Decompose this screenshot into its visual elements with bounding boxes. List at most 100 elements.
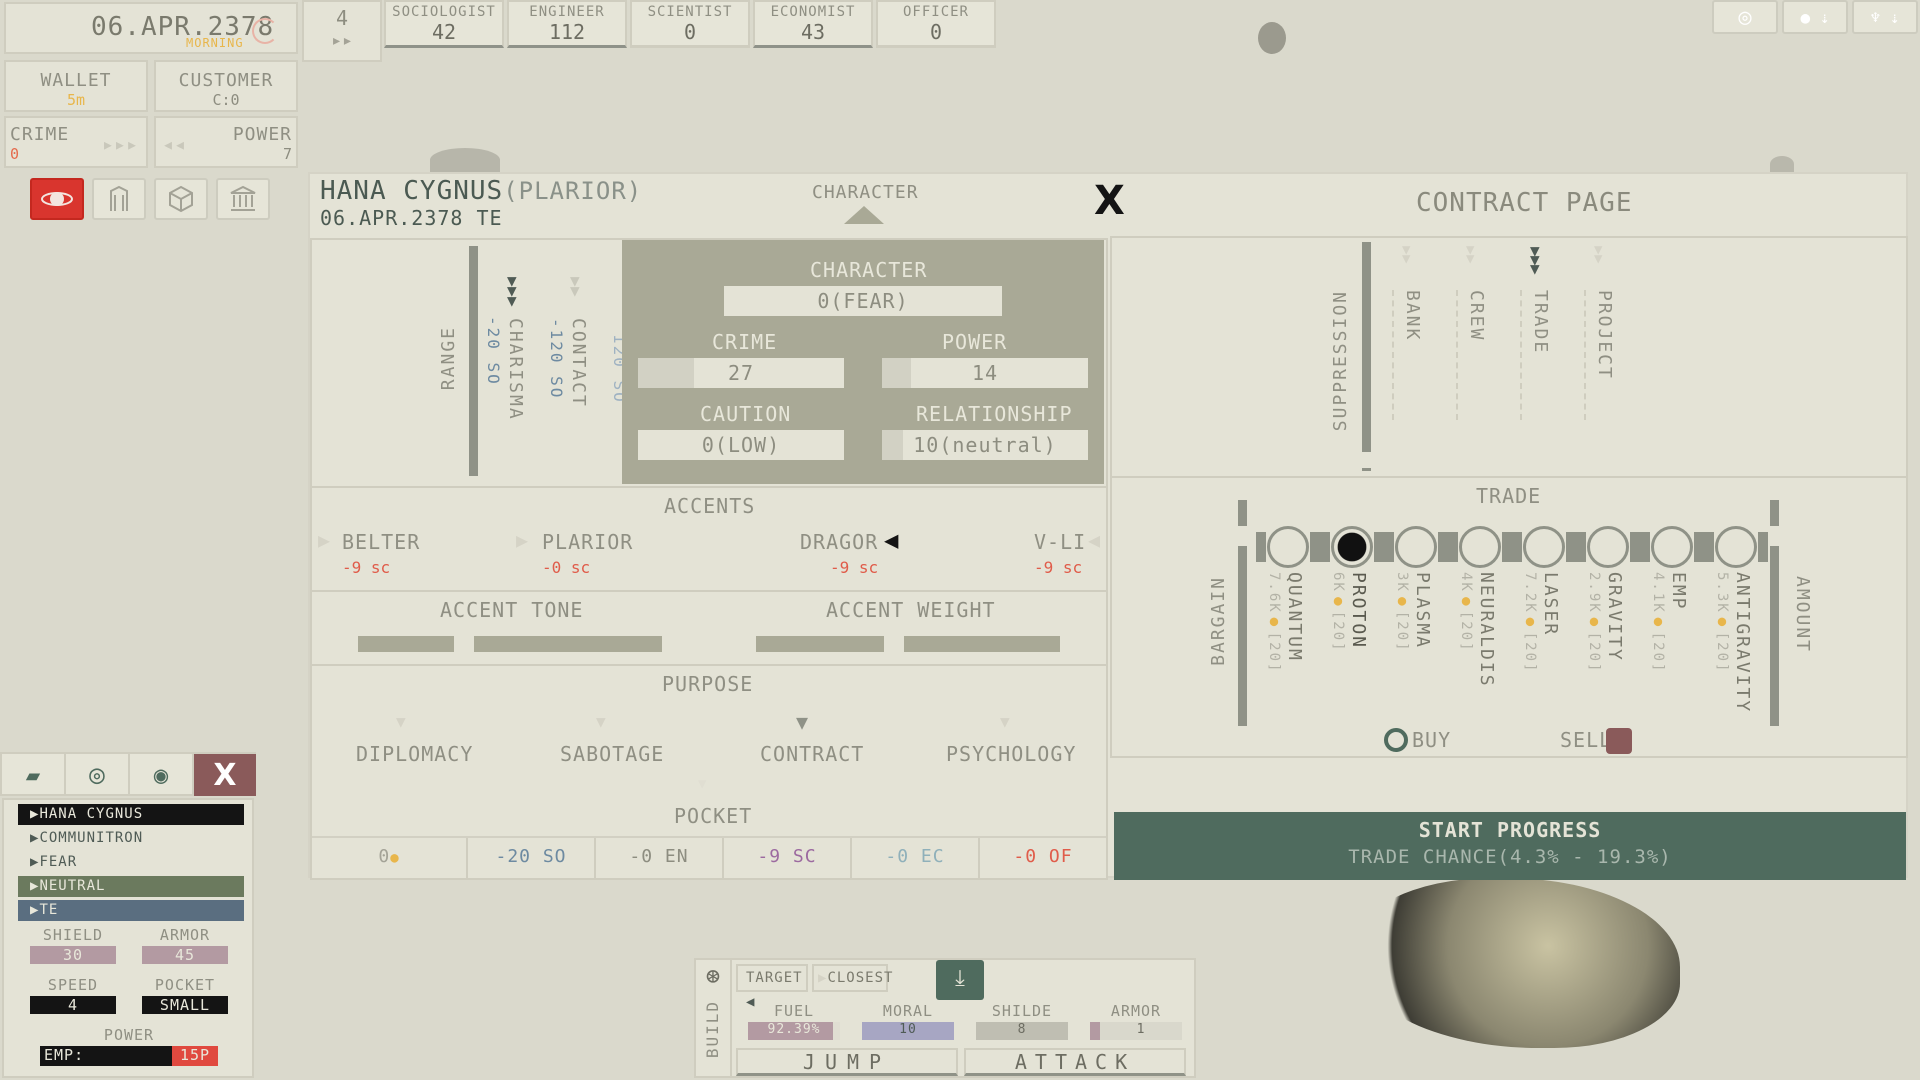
contract-crew[interactable]: CREW xyxy=(1466,290,1487,341)
moral-value: 10 xyxy=(862,1022,954,1040)
list-item-label: NEUTRAL xyxy=(39,878,106,894)
accent-weight-bar[interactable] xyxy=(904,636,1060,652)
closest-dropdown[interactable]: ▶CLOSEST xyxy=(812,964,892,992)
bargain-track[interactable] xyxy=(1238,546,1247,726)
good-neuraldis[interactable]: NEURALDIS 4k●[20] xyxy=(1448,526,1512,688)
good-selector[interactable] xyxy=(1395,526,1437,568)
accent-plarior[interactable]: PLARIOR xyxy=(542,530,633,554)
list-item-relation[interactable]: ▶NEUTRAL xyxy=(18,876,244,897)
accent-tone-bar[interactable] xyxy=(474,636,662,652)
fuel-bar: 92.39% xyxy=(748,1022,840,1040)
good-selector[interactable] xyxy=(1459,526,1501,568)
accent-tone-label: ACCENT TONE xyxy=(440,598,584,622)
slot-cap xyxy=(1374,532,1384,562)
slot-cap xyxy=(1694,532,1704,562)
emp-label: EMP: xyxy=(44,1046,85,1064)
game-speed[interactable]: 4 ▸▸ xyxy=(302,0,382,62)
wallet-display[interactable]: WALLET 5m xyxy=(4,60,148,112)
customer-display[interactable]: CUSTOMER C:0 xyxy=(154,60,298,112)
list-item-name[interactable]: ▶HANA CYGNUS xyxy=(18,804,244,825)
accent-vli[interactable]: V-LI xyxy=(1034,530,1086,554)
play-speed-icon[interactable]: ▸▸ xyxy=(304,30,380,51)
armor-label: ARMOR xyxy=(159,926,211,944)
pocket-ec: -0 EC xyxy=(852,838,980,878)
list-item-trait[interactable]: ▶FEAR xyxy=(18,852,244,873)
buy-radio[interactable] xyxy=(1384,728,1408,752)
purpose-psychology[interactable]: PSYCHOLOGY xyxy=(946,742,1076,766)
sell-toggle[interactable] xyxy=(1606,728,1632,754)
purpose-contract[interactable]: CONTRACT xyxy=(760,742,864,766)
pop-officer[interactable]: OFFICER 0 xyxy=(876,0,996,48)
good-selector-selected[interactable] xyxy=(1331,526,1373,568)
good-gravity[interactable]: GRAVITY 2.9k●[20] xyxy=(1576,526,1640,673)
good-qty: [20] xyxy=(1586,631,1602,674)
pop-engineer[interactable]: ENGINEER 112 xyxy=(507,0,627,48)
amount-track-top xyxy=(1770,500,1779,526)
good-plasma[interactable]: PLASMA 3k●[20] xyxy=(1384,526,1448,653)
power-display[interactable]: ◂◂ POWER 7 xyxy=(154,116,298,168)
cargo-button[interactable] xyxy=(154,178,208,220)
slot-cap xyxy=(1438,532,1448,562)
tab-close[interactable]: X xyxy=(194,754,256,796)
close-icon: X xyxy=(213,757,237,793)
pocket-sc: -9 SC xyxy=(724,838,852,878)
good-emp[interactable]: EMP 4.1k●[20] xyxy=(1640,526,1704,673)
pop-label: ECONOMIST xyxy=(770,4,856,20)
good-selector[interactable] xyxy=(1587,526,1629,568)
sell-label[interactable]: SELL xyxy=(1560,728,1612,752)
good-selector[interactable] xyxy=(1267,526,1309,568)
contract-project[interactable]: PROJECT xyxy=(1594,290,1615,380)
good-laser[interactable]: LASER 7.2k●[20] xyxy=(1512,526,1576,673)
tab-target[interactable]: ◎ xyxy=(66,754,130,796)
good-selector[interactable] xyxy=(1523,526,1565,568)
shield-value: 30 xyxy=(30,946,116,964)
pop-label: SOCIOLOGIST xyxy=(392,4,496,20)
contract-trade[interactable]: TRADE xyxy=(1530,290,1551,354)
pop-economist[interactable]: ECONOMIST 43 xyxy=(753,0,873,48)
purpose-sabotage[interactable]: SABOTAGE xyxy=(560,742,664,766)
contract-page-title: CONTRACT PAGE xyxy=(1416,188,1633,218)
suppression-track[interactable] xyxy=(1362,242,1371,452)
amount-track[interactable] xyxy=(1770,546,1779,726)
trait-field: 0(FEAR) xyxy=(724,286,1002,316)
accent-arrow-icon: ▶ xyxy=(516,528,529,552)
pop-scientist[interactable]: SCIENTIST 0 xyxy=(630,0,750,48)
tab-view[interactable]: ◉ xyxy=(130,754,194,796)
start-progress-button[interactable]: START PROGRESS TRADE CHANCE(4.3% - 19.3%… xyxy=(1114,812,1906,880)
jump-button[interactable]: JUMP xyxy=(736,1048,958,1076)
good-selector[interactable] xyxy=(1715,526,1757,568)
settings-button[interactable]: ◎ xyxy=(1712,0,1778,34)
good-selector[interactable] xyxy=(1651,526,1693,568)
crime-display[interactable]: CRIME 0 ▸▸▸ xyxy=(4,116,148,168)
buy-label[interactable]: BUY xyxy=(1412,728,1451,752)
faction-button[interactable]: ♆ ⇣ xyxy=(1852,0,1918,34)
list-item-era[interactable]: ▶TE xyxy=(18,900,244,921)
planet-button[interactable] xyxy=(30,178,84,220)
tower-button[interactable] xyxy=(92,178,146,220)
range-track[interactable] xyxy=(469,246,478,446)
tab-chat[interactable]: ▰ xyxy=(2,754,66,796)
contract-bank[interactable]: BANK xyxy=(1402,290,1423,341)
profile-button[interactable]: ● ⇣ xyxy=(1782,0,1848,34)
tab-character[interactable]: CHARACTER xyxy=(812,182,919,203)
list-item-company[interactable]: ▶COMMUNITRON xyxy=(18,828,244,849)
build-column[interactable]: ⊛ BUILD xyxy=(696,960,732,1078)
good-antigravity[interactable]: ANTIGRAVITY 5.3k●[20] xyxy=(1704,526,1768,713)
bank-button[interactable] xyxy=(216,178,270,220)
accent-dragor[interactable]: DRAGOR xyxy=(800,530,878,554)
accent-weight-bar[interactable] xyxy=(756,636,884,652)
caution-label: CAUTION xyxy=(700,402,792,426)
purpose-diplomacy[interactable]: DIPLOMACY xyxy=(356,742,473,766)
close-button[interactable]: X xyxy=(1094,178,1125,224)
accent-belter[interactable]: BELTER xyxy=(342,530,420,554)
jump-target-button[interactable]: ⤓ xyxy=(936,960,984,1000)
purpose-title: PURPOSE xyxy=(662,672,754,696)
good-name: QUANTUM xyxy=(1284,572,1305,662)
good-quantum[interactable]: QUANTUM 7.6k●[20] xyxy=(1256,526,1320,673)
attack-button[interactable]: ATTACK xyxy=(964,1048,1186,1076)
pop-label: SCIENTIST xyxy=(647,4,733,20)
target-dropdown[interactable]: TARGET ◀ xyxy=(736,964,808,1010)
accent-tone-bar[interactable] xyxy=(358,636,454,652)
good-proton[interactable]: PROTON 6k●[20] xyxy=(1320,526,1384,653)
pop-sociologist[interactable]: SOCIOLOGIST 42 xyxy=(384,0,504,48)
